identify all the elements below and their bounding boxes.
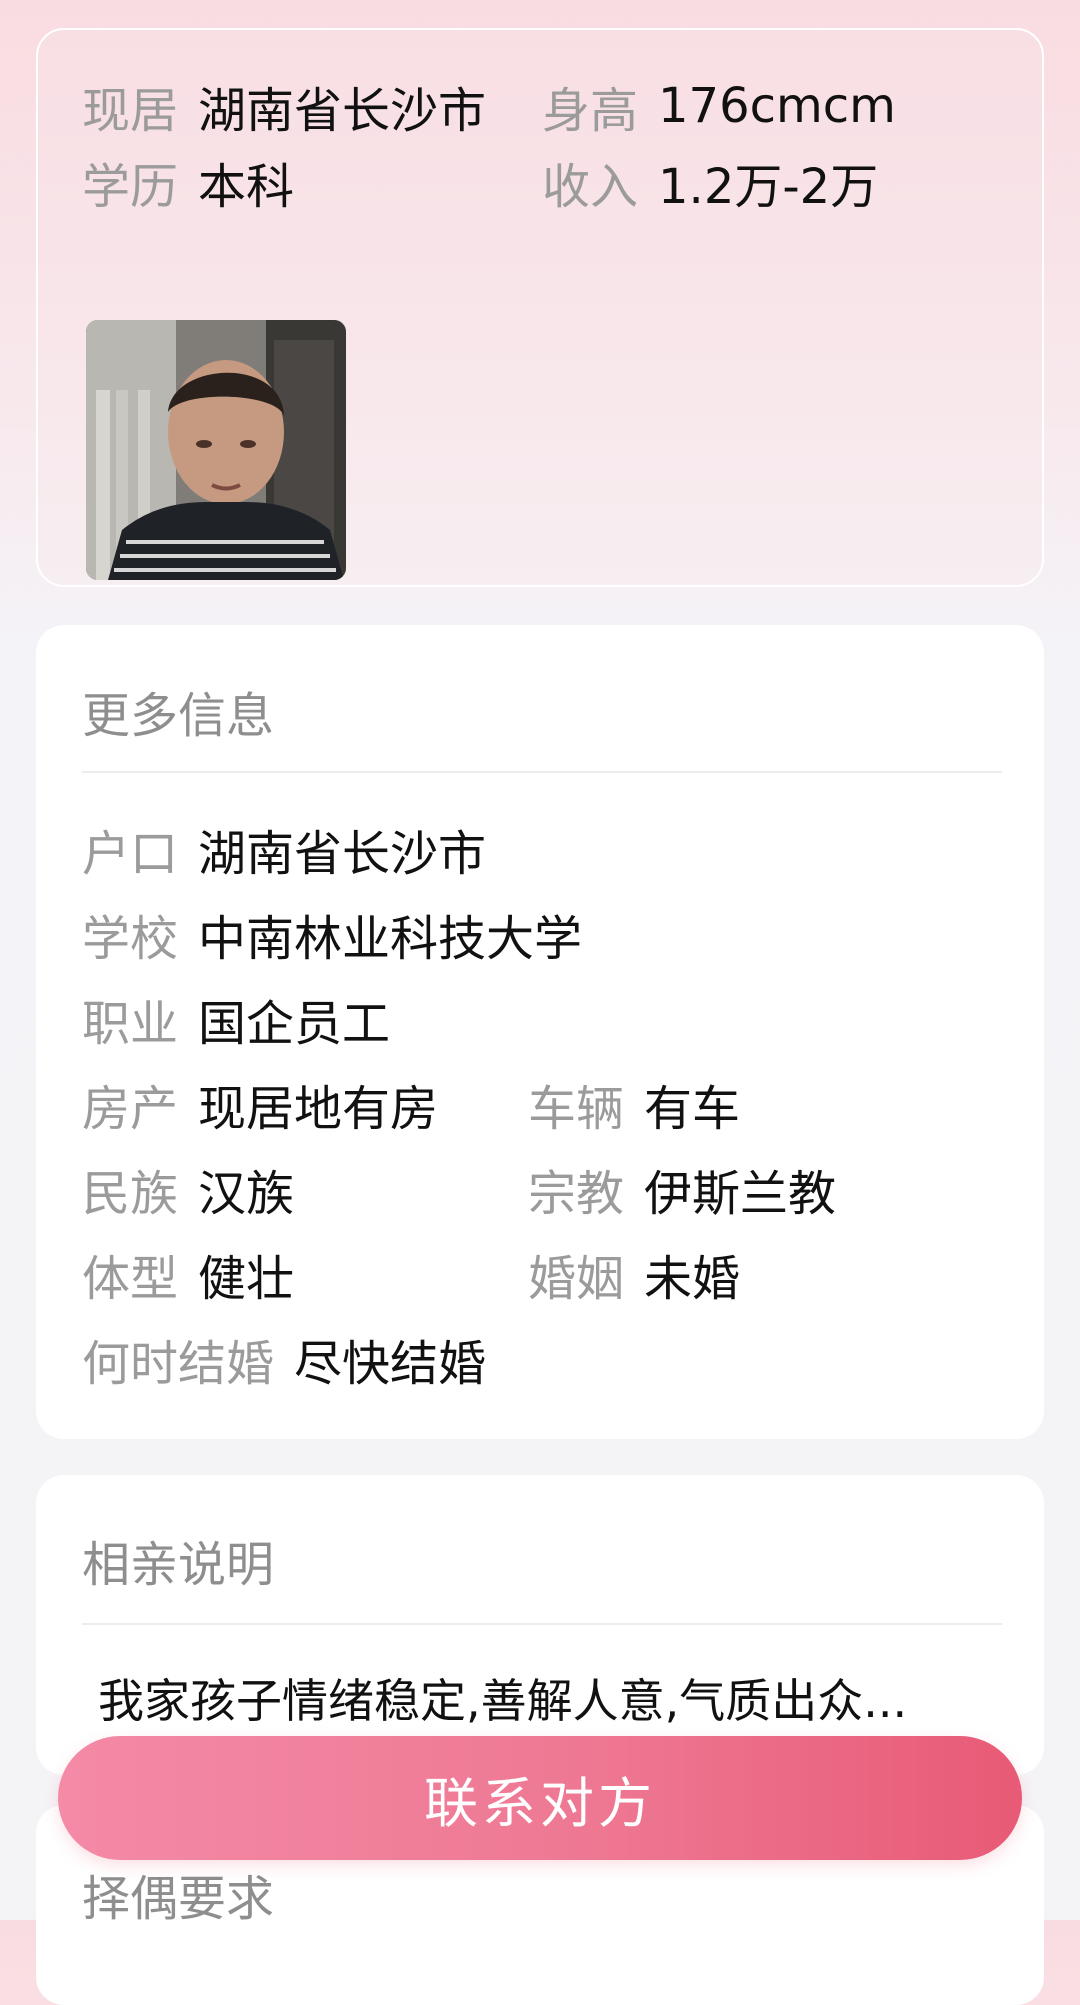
body-row: 体型 健壮 — [82, 1244, 294, 1307]
avatar[interactable] — [86, 320, 346, 580]
vehicle-label: 车辆 — [528, 1081, 625, 1137]
body-value: 健壮 — [198, 1251, 295, 1307]
religion-value: 伊斯兰教 — [644, 1166, 837, 1222]
marry-when-value: 尽快结婚 — [294, 1336, 487, 1392]
school-row: 学校 中南林业科技大学 — [82, 904, 582, 967]
property-row: 房产 现居地有房 — [82, 1074, 438, 1137]
income-row: 收入 1.2万-2万 — [542, 152, 878, 215]
hukou-label: 户口 — [82, 826, 179, 882]
hukou-row: 户口 湖南省长沙市 — [82, 819, 486, 882]
height-value: 176cmcm — [658, 78, 896, 134]
residence-value: 湖南省长沙市 — [198, 83, 487, 139]
more-info-title: 更多信息 — [82, 688, 275, 744]
job-row: 职业 国企员工 — [82, 989, 390, 1052]
blind-date-description: 我家孩子情绪稳定,善解人意,气质出众... — [98, 1674, 908, 1728]
religion-label: 宗教 — [528, 1166, 625, 1222]
marry-when-label: 何时结婚 — [82, 1336, 275, 1392]
school-value: 中南林业科技大学 — [198, 911, 583, 967]
profile-summary-card: 现居 湖南省长沙市 身高 176cmcm 学历 本科 收入 1.2万-2万 — [36, 28, 1044, 587]
income-value: 1.2万-2万 — [658, 159, 879, 215]
residence-label: 现居 — [82, 83, 179, 139]
ethnicity-label: 民族 — [82, 1166, 179, 1222]
contact-button[interactable]: 联系对方 — [58, 1736, 1022, 1860]
job-label: 职业 — [82, 996, 179, 1052]
property-label: 房产 — [82, 1081, 179, 1137]
more-info-card: 更多信息 户口 湖南省长沙市 学校 中南林业科技大学 职业 国企员工 房产 现居… — [36, 625, 1044, 1439]
ethnicity-value: 汉族 — [198, 1166, 295, 1222]
marry-when-row: 何时结婚 尽快结婚 — [82, 1329, 486, 1392]
hukou-value: 湖南省长沙市 — [198, 826, 487, 882]
height-label: 身高 — [542, 83, 639, 139]
marriage-label: 婚姻 — [528, 1251, 625, 1307]
marriage-value: 未婚 — [644, 1251, 741, 1307]
more-info-divider — [82, 771, 1002, 773]
blind-date-title: 相亲说明 — [82, 1537, 275, 1593]
blind-date-divider — [82, 1623, 1002, 1625]
marriage-row: 婚姻 未婚 — [528, 1244, 740, 1307]
partner-requirements-title: 择偶要求 — [82, 1871, 275, 1927]
property-value: 现居地有房 — [198, 1081, 439, 1137]
job-value: 国企员工 — [198, 996, 391, 1052]
education-label: 学历 — [82, 159, 179, 215]
religion-row: 宗教 伊斯兰教 — [528, 1159, 836, 1222]
school-label: 学校 — [82, 911, 179, 967]
residence-row: 现居 湖南省长沙市 — [82, 76, 486, 139]
vehicle-value: 有车 — [644, 1081, 741, 1137]
height-row: 身高 176cmcm — [542, 76, 896, 139]
vehicle-row: 车辆 有车 — [528, 1074, 740, 1137]
education-value: 本科 — [198, 159, 295, 215]
blind-date-card: 相亲说明 我家孩子情绪稳定,善解人意,气质出众... — [36, 1475, 1044, 1775]
ethnicity-row: 民族 汉族 — [82, 1159, 294, 1222]
income-label: 收入 — [542, 159, 639, 215]
body-label: 体型 — [82, 1251, 179, 1307]
education-row: 学历 本科 — [82, 152, 294, 215]
user-photo-icon — [86, 320, 346, 580]
